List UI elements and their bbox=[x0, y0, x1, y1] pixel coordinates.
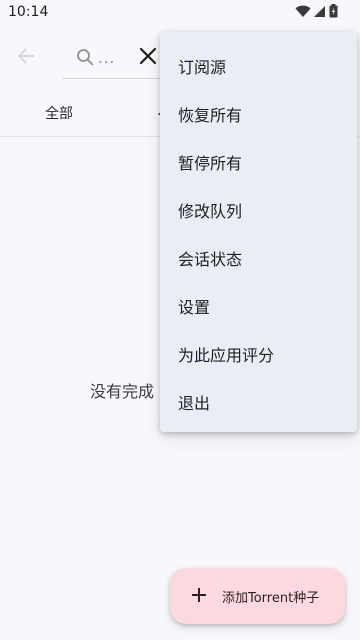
menu-item-pause-all[interactable]: 暂停所有 bbox=[160, 136, 357, 184]
menu-item-label: 为此应用评分 bbox=[178, 346, 275, 365]
menu-item-feeds[interactable]: 订阅源 bbox=[160, 40, 357, 88]
menu-item-label: 订阅源 bbox=[178, 58, 227, 77]
menu-item-resume-all[interactable]: 恢复所有 bbox=[160, 88, 357, 136]
search-placeholder: ... bbox=[98, 49, 116, 67]
empty-state-text: 没有完成 bbox=[90, 382, 155, 401]
tab-all[interactable]: 全部 bbox=[45, 103, 73, 123]
menu-item-label: 修改队列 bbox=[178, 202, 243, 221]
back-arrow-icon bbox=[18, 48, 34, 64]
menu-item-rate-app[interactable]: 为此应用评分 bbox=[160, 328, 357, 376]
add-torrent-label: 添加Torrent种子 bbox=[222, 591, 320, 606]
menu-item-label: 设置 bbox=[178, 298, 211, 317]
menu-item-label: 会话状态 bbox=[178, 250, 243, 269]
menu-item-session-status[interactable]: 会话状态 bbox=[160, 232, 357, 280]
plus-icon bbox=[190, 586, 208, 604]
menu-item-label: 恢复所有 bbox=[178, 106, 243, 125]
cell-signal-icon bbox=[314, 5, 326, 18]
status-bar: 10:14 bbox=[0, 0, 360, 24]
menu-item-label: 退出 bbox=[178, 394, 211, 413]
back-button[interactable] bbox=[12, 42, 40, 70]
menu-item-settings[interactable]: 设置 bbox=[160, 280, 357, 328]
battery-icon bbox=[329, 4, 338, 18]
status-icons bbox=[295, 4, 338, 18]
overflow-menu: 订阅源 恢复所有 暂停所有 修改队列 会话状态 设置 为此应用评分 退出 bbox=[160, 32, 357, 432]
menu-item-edit-queue[interactable]: 修改队列 bbox=[160, 184, 357, 232]
menu-item-label: 暂停所有 bbox=[178, 154, 243, 173]
close-icon bbox=[139, 47, 157, 65]
wifi-icon bbox=[295, 5, 311, 18]
status-time: 10:14 bbox=[8, 4, 49, 20]
search-icon bbox=[76, 48, 94, 70]
menu-item-exit[interactable]: 退出 bbox=[160, 376, 357, 424]
clear-search-button[interactable] bbox=[137, 45, 159, 67]
add-torrent-button[interactable]: 添加Torrent种子 bbox=[170, 568, 345, 624]
